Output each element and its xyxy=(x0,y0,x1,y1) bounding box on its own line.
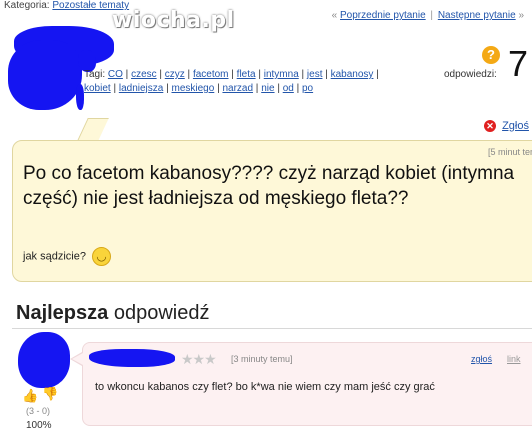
tag-separator: | xyxy=(156,69,165,80)
thumbs-up-icon[interactable]: 👍 xyxy=(22,388,38,404)
section-divider xyxy=(12,328,532,329)
tag-separator: | xyxy=(293,83,302,94)
tag-separator: | xyxy=(255,69,264,80)
tag-separator: | xyxy=(110,83,119,94)
tag-link[interactable]: kabanosy xyxy=(331,69,374,80)
answer-bubble: ★★★ [3 minuty temu] zgłoś link to wkoncu… xyxy=(82,342,532,426)
question-bubble: [5 minut temu] Po co facetom kabanosy???… xyxy=(12,140,532,282)
category-label: Kategoria: xyxy=(4,0,50,11)
tag-separator: | xyxy=(122,69,132,80)
question-title: Po co facetom kabanosy???? czyż narząd k… xyxy=(23,163,515,209)
censored-avatar-scribble xyxy=(8,40,82,110)
censored-answer-avatar-scribble xyxy=(18,332,70,388)
tag-link[interactable]: narzad xyxy=(222,83,253,94)
answers-label: odpowiedzi: xyxy=(444,69,497,80)
close-icon: ✕ xyxy=(484,120,496,133)
category-line: Kategoria: Pozostałe tematy xyxy=(4,0,129,11)
tag-link[interactable]: kobiet xyxy=(84,83,111,94)
tag-separator: | xyxy=(228,69,237,80)
question-mark-icon: ? xyxy=(482,46,500,64)
report-question[interactable]: ✕ Zgłoś xyxy=(484,120,529,133)
smiley-icon: ◡ xyxy=(92,247,112,266)
vote-count: (3 - 0) xyxy=(26,406,51,416)
tag-link[interactable]: po xyxy=(302,83,313,94)
watermark-logo: wiocha.pl xyxy=(112,8,235,33)
question-timestamp: [5 minut temu] xyxy=(487,147,532,157)
tag-separator: | xyxy=(253,83,262,94)
tag-link[interactable]: od xyxy=(283,83,294,94)
question-text: jak sądzicie? xyxy=(23,250,86,263)
rating-stars[interactable]: ★★★ xyxy=(181,351,217,368)
tag-separator: | xyxy=(373,69,379,80)
thumbs-down-icon[interactable]: 👎 xyxy=(42,386,58,402)
answers-count: 7 xyxy=(508,43,529,84)
tag-separator: | xyxy=(322,69,331,80)
tag-link[interactable]: nie xyxy=(261,83,274,94)
tag-link[interactable]: meskiego xyxy=(171,83,214,94)
tag-link[interactable]: facetom xyxy=(193,69,229,80)
tag-link[interactable]: jest xyxy=(307,69,323,80)
tag-link[interactable]: intymna xyxy=(264,69,299,80)
tag-link[interactable]: ladniejsza xyxy=(119,83,163,94)
question-navigation: « Poprzednie pytanie | Następne pytanie … xyxy=(331,10,524,21)
tag-separator: | xyxy=(298,69,307,80)
censored-tag-scribble-2 xyxy=(76,84,84,110)
answer-report-link[interactable]: zgłoś xyxy=(471,354,492,364)
answer-text: to wkoncu kabanos czy flet? bo k*wa nie … xyxy=(95,381,435,393)
question-body: jak sądzicie? ◡ xyxy=(23,247,112,266)
censored-answer-username-scribble xyxy=(89,349,175,367)
tag-link[interactable]: czyz xyxy=(165,69,185,80)
tag-list: Tagi: CO | czesc | czyz | facetom | flet… xyxy=(84,68,384,96)
next-question-link[interactable]: Następne pytanie xyxy=(438,10,516,21)
tag-separator: | xyxy=(274,83,283,94)
tag-separator: | xyxy=(184,69,193,80)
answer-bubble-tail-inner xyxy=(72,353,83,365)
vote-percent: 100% xyxy=(26,420,52,431)
report-link[interactable]: Zgłoś xyxy=(502,120,529,132)
prev-question-link[interactable]: Poprzednie pytanie xyxy=(340,10,426,21)
tag-link[interactable]: CO xyxy=(108,69,123,80)
tags-label: Tagi: xyxy=(84,69,108,80)
tag-link[interactable]: czesc xyxy=(131,69,157,80)
best-answer-heading: Najlepsza odpowiedź xyxy=(16,302,210,324)
tag-link[interactable]: fleta xyxy=(237,69,256,80)
answer-timestamp: [3 minuty temu] xyxy=(231,354,293,364)
answer-permalink[interactable]: link xyxy=(507,354,521,364)
